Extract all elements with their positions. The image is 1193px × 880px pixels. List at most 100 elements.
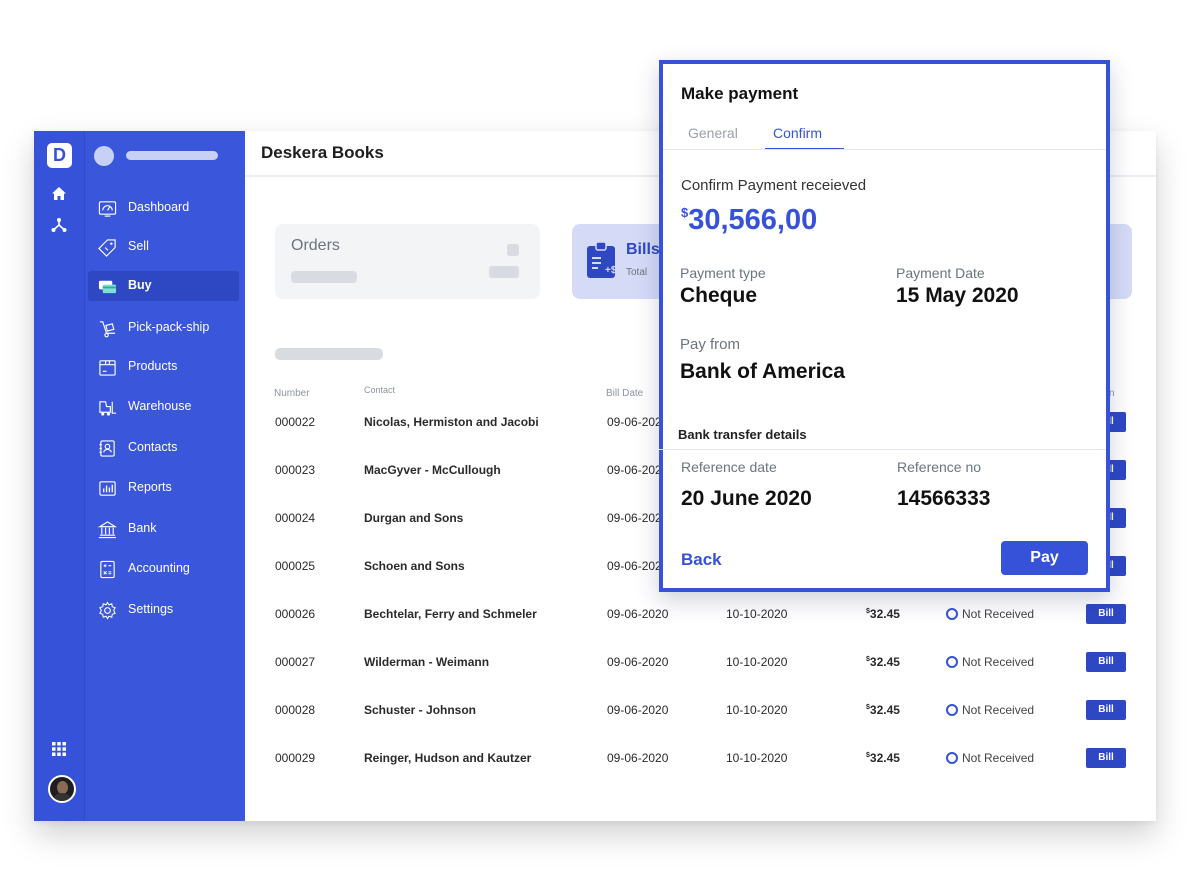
- sidebar-item-contacts[interactable]: Contacts: [88, 433, 239, 463]
- reference-date-value: 20 June 2020: [681, 487, 812, 510]
- contact-name: MacGyver - McCullough: [364, 463, 501, 477]
- bill-number: 000026: [275, 607, 316, 621]
- status-circle-icon: [946, 704, 958, 716]
- amount-value: 32.45: [869, 703, 900, 717]
- box-icon: [99, 360, 116, 376]
- reference-no-value: 14566333: [897, 487, 991, 510]
- column-header-contact[interactable]: Contact: [364, 385, 395, 395]
- apps-grid-icon[interactable]: [50, 740, 68, 758]
- tab-general[interactable]: General: [688, 125, 738, 141]
- svg-text:+$: +$: [605, 265, 616, 276]
- home-icon[interactable]: [50, 185, 68, 203]
- bill-number: 000025: [275, 559, 316, 573]
- sidebar-item-warehouse[interactable]: Warehouse: [88, 392, 239, 422]
- payment-date-value: 15 May 2020: [896, 284, 1019, 307]
- sell-tag-icon: [98, 239, 116, 257]
- status-circle-icon: [946, 608, 958, 620]
- bill-number: 000029: [275, 751, 316, 765]
- due-date: 10-10-2020: [726, 703, 788, 717]
- payment-type-value: Cheque: [680, 284, 758, 307]
- bill-number: 000024: [275, 511, 316, 525]
- due-date: 10-10-2020: [726, 751, 788, 765]
- reference-date-label: Reference date: [681, 459, 777, 475]
- bill-button[interactable]: Bill: [1086, 652, 1126, 672]
- bill-button[interactable]: Bill: [1086, 604, 1126, 624]
- sidebar-item-accounting[interactable]: Accounting: [88, 554, 239, 584]
- orders-card[interactable]: Orders: [275, 224, 540, 299]
- pay-from-label: Pay from: [680, 336, 741, 353]
- bills-card-sub: Total: [626, 267, 648, 278]
- payment-date-label: Payment Date: [896, 265, 985, 281]
- sidebar-item-label: Products: [128, 359, 178, 373]
- sidebar-item-dashboard[interactable]: Dashboard: [88, 193, 239, 223]
- sidebar-item-sell[interactable]: Sell: [88, 232, 239, 262]
- back-button[interactable]: Back: [681, 550, 722, 570]
- org-avatar-placeholder[interactable]: [94, 146, 114, 166]
- contact-name: Durgan and Sons: [364, 511, 464, 525]
- gear-icon: [99, 601, 116, 620]
- user-avatar[interactable]: [48, 775, 76, 803]
- column-header-bill-date[interactable]: Bill Date: [606, 388, 643, 399]
- bill-date: 09-06-2020: [607, 703, 669, 717]
- bill-date: 09-06-2020: [607, 655, 669, 669]
- bill-date: 09-06-2020: [607, 751, 669, 765]
- orders-value-placeholder: [291, 271, 357, 283]
- sidebar-item-products[interactable]: Products: [88, 352, 239, 382]
- bank-transfer-heading: Bank transfer details: [678, 427, 807, 442]
- contact-name: Schuster - Johnson: [364, 703, 477, 717]
- bill-button[interactable]: Bill: [1086, 700, 1126, 720]
- bill-date: 09-06-2020: [607, 607, 669, 621]
- status-circle-icon: [946, 752, 958, 764]
- sidebar-item-label: Bank: [128, 521, 157, 535]
- bill-number: 000027: [275, 655, 316, 669]
- table-row[interactable]: 000026 Bechtelar, Ferry and Schmeler 09-06…: [245, 604, 1156, 655]
- bill-clipboard-icon: +$: [587, 241, 616, 278]
- sidebar-item-label: Warehouse: [128, 399, 192, 413]
- reference-no-label: Reference no: [897, 459, 982, 475]
- contact-name: Nicolas, Hermiston and Jacobi: [364, 415, 539, 429]
- table-row[interactable]: 000027 Wilderman - Weimann 09-06-2020 10-10…: [245, 652, 1156, 703]
- contact-name: Wilderman - Weimann: [364, 655, 490, 669]
- bill-number: 000023: [275, 463, 316, 477]
- bill-number: 000028: [275, 703, 316, 717]
- sidebar-item-pick-pack-ship[interactable]: Pick-pack-ship: [88, 313, 239, 343]
- make-payment-modal: Make payment General Confirm Confirm Pay…: [659, 60, 1110, 592]
- tab-confirm[interactable]: Confirm: [773, 125, 822, 141]
- status-text: Not Received: [962, 607, 1035, 621]
- section-divider: [659, 449, 1106, 450]
- orders-stat-placeholder: [507, 244, 519, 256]
- pay-from-value: Bank of America: [680, 360, 845, 383]
- payment-type-label: Payment type: [680, 265, 766, 281]
- network-icon[interactable]: [50, 216, 68, 234]
- sidebar-item-reports[interactable]: Reports: [88, 473, 239, 503]
- sidebar-item-settings[interactable]: Settings: [88, 595, 239, 625]
- calculator-icon: [100, 560, 115, 579]
- amount-value: 32.45: [869, 655, 900, 669]
- page-title: Deskera Books: [261, 143, 384, 162]
- amount-value: 32.45: [869, 607, 900, 621]
- contact-name: Bechtelar, Ferry and Schmeler: [364, 607, 537, 621]
- bill-button[interactable]: Bill: [1086, 748, 1126, 768]
- amount-value: 30,566,00: [688, 204, 818, 236]
- sidebar-item-label: Contacts: [128, 440, 178, 454]
- sidebar-item-label: Sell: [128, 239, 149, 253]
- column-header-number[interactable]: Number: [274, 388, 310, 399]
- due-date: 10-10-2020: [726, 655, 788, 669]
- table-row[interactable]: 000028 Schuster - Johnson 09-06-2020 10-10-…: [245, 700, 1156, 751]
- contact-name: Reinger, Hudson and Kautzer: [364, 751, 532, 765]
- bills-card-label: Bills: [626, 241, 660, 258]
- sidebar-item-bank[interactable]: Bank: [88, 514, 239, 544]
- table-row[interactable]: 000029 Reinger, Hudson and Kautzer 09-06-2…: [245, 748, 1156, 799]
- pay-button[interactable]: Pay: [1001, 541, 1088, 575]
- bill-number: 000022: [275, 415, 316, 429]
- reports-chart-icon: [99, 481, 116, 496]
- sidebar-item-label: Pick-pack-ship: [128, 320, 210, 334]
- due-date: 10-10-2020: [726, 607, 788, 621]
- org-name-placeholder: [126, 151, 218, 160]
- dashboard-icon: [98, 201, 117, 217]
- hand-truck-icon: [99, 321, 116, 338]
- contacts-book-icon: [99, 440, 115, 457]
- deskera-logo[interactable]: D: [47, 143, 72, 168]
- bank-icon: [98, 521, 117, 539]
- sidebar-item-buy[interactable]: Buy: [88, 271, 239, 301]
